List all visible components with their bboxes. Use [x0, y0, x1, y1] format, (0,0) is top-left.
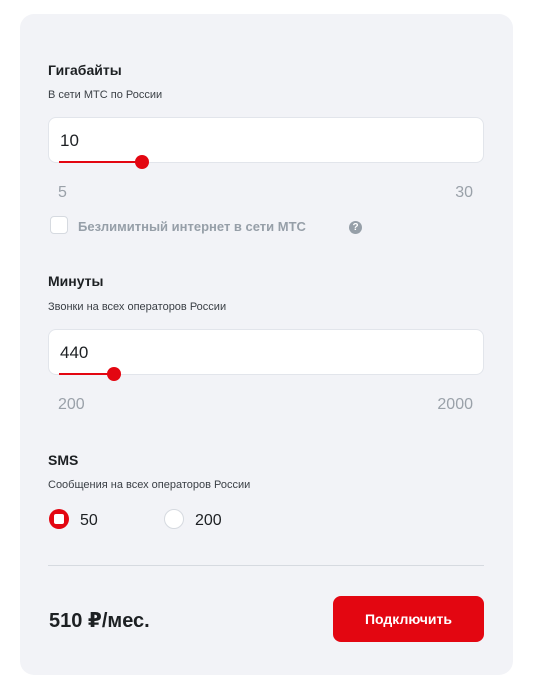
minutes-title: Минуты: [48, 273, 104, 289]
gigabytes-input[interactable]: 10: [48, 117, 484, 169]
unlimited-internet-label: Безлимитный интернет в сети МТС: [78, 219, 306, 234]
price-label: 510 ₽/мес.: [49, 610, 150, 632]
connect-button[interactable]: Подключить: [333, 596, 484, 642]
sms-option-200-radio[interactable]: [164, 509, 184, 529]
sms-option-50-label: 50: [80, 512, 98, 529]
tariff-constructor-card: Гигабайты В сети МТС по России 10 5 30 Б…: [20, 14, 513, 675]
minutes-slider-handle[interactable]: [107, 367, 122, 381]
divider: [48, 565, 484, 566]
gigabytes-slider-fill: [59, 161, 143, 163]
question-circle-icon[interactable]: ?: [349, 221, 362, 234]
minutes-subtitle: Звонки на всех операторов России: [48, 301, 227, 313]
minutes-max-label: 2000: [437, 396, 473, 413]
minutes-slider-fill: [59, 373, 115, 375]
sms-option-50-radio[interactable]: [49, 509, 69, 529]
unlimited-internet-checkbox[interactable]: [50, 216, 68, 234]
gigabytes-min-label: 5: [58, 184, 67, 201]
sms-subtitle: Сообщения на всех операторов России: [48, 479, 251, 491]
sms-title: SMS: [48, 452, 79, 468]
minutes-value: 440: [60, 343, 89, 362]
gigabytes-max-label: 30: [455, 184, 473, 201]
gigabytes-slider-handle[interactable]: [135, 155, 150, 169]
gigabytes-title: Гигабайты: [48, 62, 122, 78]
sms-option-200-label: 200: [195, 512, 222, 529]
minutes-min-label: 200: [58, 396, 85, 413]
minutes-input[interactable]: 440: [48, 329, 484, 381]
gigabytes-value: 10: [60, 131, 79, 150]
gigabytes-subtitle: В сети МТС по России: [48, 89, 163, 101]
